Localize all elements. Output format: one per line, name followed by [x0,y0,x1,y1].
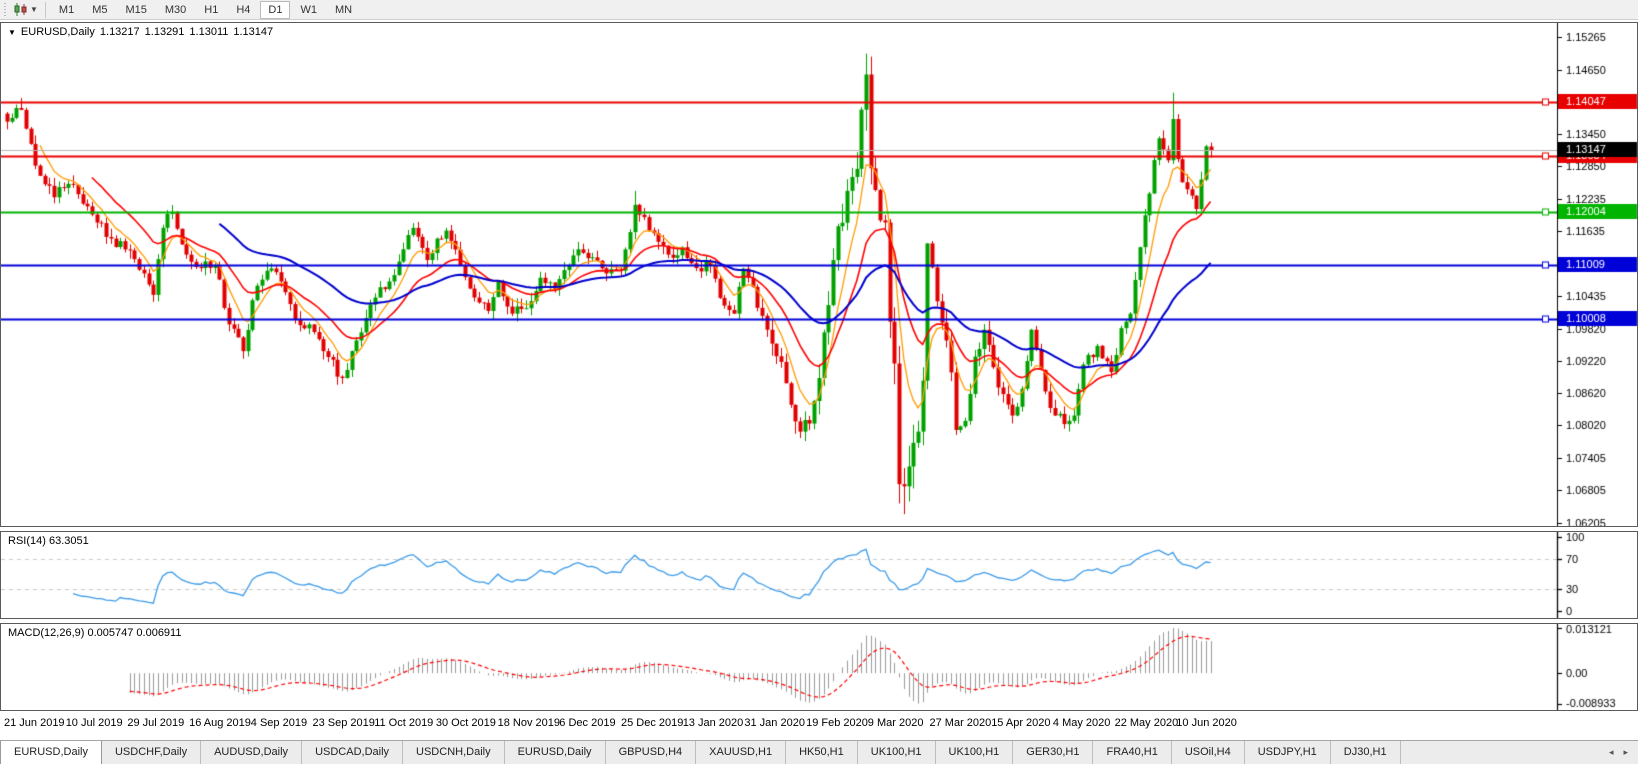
date-tick-label: 15 Apr 2020 [991,717,1050,729]
date-tick-label: 21 Jun 2019 [4,717,65,729]
date-tick-label: 23 Sep 2019 [313,717,375,729]
bar-close-value: 1.13147 [233,26,273,38]
date-tick-label: 31 Jan 2020 [744,717,805,729]
timeframe-button-mn[interactable]: MN [327,1,360,19]
main-chart-panel: ▼ EURUSD,Daily 1.13217 1.13291 1.13011 1… [0,22,1638,527]
date-tick-label: 19 Feb 2020 [806,717,868,729]
chart-tab-bar: EURUSD,DailyUSDCHF,DailyAUDUSD,DailyUSDC… [0,740,1638,764]
chart-title: ▼ EURUSD,Daily 1.13217 1.13291 1.13011 1… [8,26,273,38]
date-tick-label: 18 Nov 2019 [498,717,560,729]
chart-tab-ger30-h1[interactable]: GER30,H1 [1013,741,1093,764]
timeframe-button-m30[interactable]: M30 [157,1,194,19]
toolbar-separator [45,2,46,18]
chart-tab-eurusd-daily[interactable]: EURUSD,Daily [0,741,102,764]
chart-tab-eurusd-daily[interactable]: EURUSD,Daily [505,741,606,764]
scroll-left-icon[interactable]: ◂ [1609,747,1614,758]
chart-menu-icon[interactable]: ▼ [8,28,16,37]
chart-tab-usdchf-daily[interactable]: USDCHF,Daily [102,741,201,764]
macd-label: MACD(12,26,9) 0.005747 0.006911 [8,627,181,639]
date-tick-label: 9 Mar 2020 [868,717,924,729]
chart-tab-gbpusd-h4[interactable]: GBPUSD,H4 [606,741,697,764]
date-tick-label: 22 May 2020 [1115,717,1179,729]
date-tick-label: 13 Jan 2020 [683,717,744,729]
bar-open-value: 1.13217 [100,26,140,38]
date-tick-label: 11 Oct 2019 [374,717,433,729]
date-tick-label: 10 Jul 2019 [66,717,123,729]
date-tick-label: 10 Jun 2020 [1176,717,1237,729]
chart-tab-usdcad-daily[interactable]: USDCAD,Daily [302,741,403,764]
chart-tab-hk50-h1[interactable]: HK50,H1 [786,741,858,764]
rsi-canvas[interactable] [1,532,1638,618]
date-tick-label: 25 Dec 2019 [621,717,683,729]
macd-indicator-panel: MACD(12,26,9) 0.005747 0.006911 [0,623,1638,711]
chart-tab-uk100-h1[interactable]: UK100,H1 [858,741,936,764]
bar-low-value: 1.13011 [189,26,228,38]
chart-tab-usdcnh-daily[interactable]: USDCNH,Daily [403,741,505,764]
timeframe-button-d1[interactable]: D1 [260,1,290,19]
timeframe-button-m1[interactable]: M1 [51,1,82,19]
rsi-indicator-panel: RSI(14) 63.3051 [0,531,1638,619]
timeframe-button-h1[interactable]: H1 [196,1,226,19]
candlestick-chart-icon[interactable]: ▼ [11,2,41,17]
rsi-label: RSI(14) 63.3051 [8,535,89,547]
date-tick-label: 4 May 2020 [1053,717,1110,729]
chart-tab-usoil-h4[interactable]: USOil,H4 [1172,741,1245,764]
date-tick-label: 4 Sep 2019 [251,717,307,729]
date-tick-label: 30 Oct 2019 [436,717,496,729]
scroll-right-icon[interactable]: ▸ [1623,747,1628,758]
timeframe-button-m5[interactable]: M5 [84,1,115,19]
top-toolbar: ▼ M1M5M15M30H1H4D1W1MN [0,0,1638,20]
timeframe-button-w1[interactable]: W1 [292,1,325,19]
chart-tab-usdjpy-h1[interactable]: USDJPY,H1 [1245,741,1331,764]
date-tick-label: 6 Dec 2019 [559,717,615,729]
date-tick-label: 16 Aug 2019 [189,717,251,729]
timeframe-button-m15[interactable]: M15 [117,1,154,19]
tab-scroll-controls: ◂ ▸ [1599,741,1638,764]
toolbar-grip[interactable] [3,3,8,17]
chart-tab-audusd-daily[interactable]: AUDUSD,Daily [201,741,302,764]
date-tick-label: 29 Jul 2019 [127,717,184,729]
time-axis: 21 Jun 201910 Jul 2019 29 Jul 2019 16 Aug … [0,712,1638,740]
chart-tab-uk100-h1[interactable]: UK100,H1 [936,741,1014,764]
chart-tabs: EURUSD,DailyUSDCHF,DailyAUDUSD,DailyUSDC… [0,741,1401,764]
bar-high-value: 1.13291 [145,26,185,38]
timeframe-button-group: M1M5M15M30H1H4D1W1MN [50,1,361,19]
price-chart-canvas[interactable] [1,23,1638,526]
chevron-down-icon: ▼ [30,5,38,14]
chart-tab-fra40-h1[interactable]: FRA40,H1 [1093,741,1171,764]
date-tick-label: 27 Mar 2020 [930,717,992,729]
chart-tab-xauusd-h1[interactable]: XAUUSD,H1 [696,741,786,764]
timeframe-button-h4[interactable]: H4 [228,1,258,19]
chart-symbol-label: EURUSD,Daily [21,26,95,38]
chart-tab-dj30-h1[interactable]: DJ30,H1 [1331,741,1401,764]
macd-canvas[interactable] [1,624,1638,710]
candlestick-chart-icon [14,3,28,16]
